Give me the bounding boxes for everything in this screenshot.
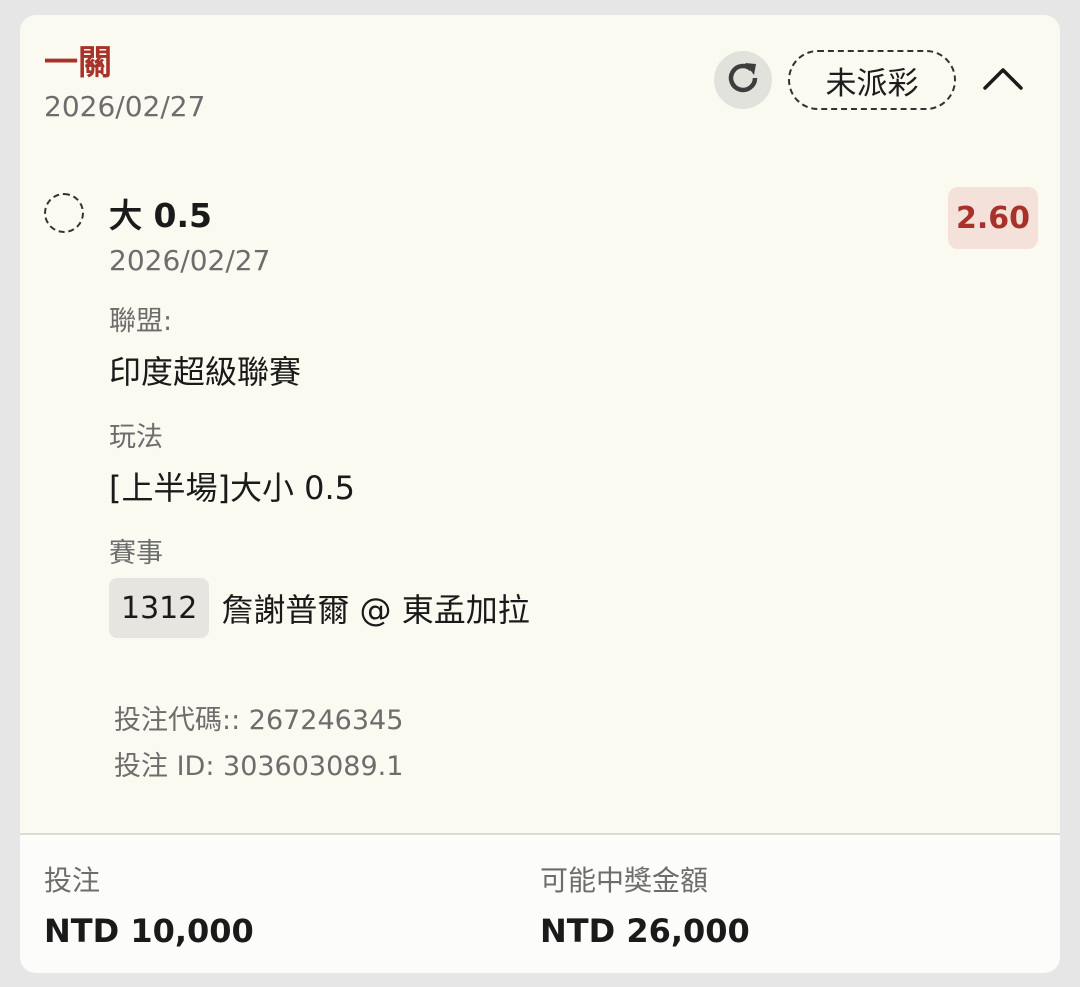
selection-date: 2026/02/27 xyxy=(109,244,271,277)
stake-label: 投注 xyxy=(44,864,101,897)
payout-label: 可能中獎金額 xyxy=(540,864,709,897)
bet-type-title: 一關 xyxy=(44,43,112,83)
event-row: 1312 詹謝普爾 @ 東孟加拉 xyxy=(109,578,530,638)
event-id-badge: 1312 xyxy=(109,578,210,638)
status-badge: 未派彩 xyxy=(788,50,956,110)
stake-value: NTD 10,000 xyxy=(44,912,254,950)
market-label: 玩法 xyxy=(109,422,163,453)
chevron-up-icon xyxy=(981,64,1025,96)
bet-id: 投注 ID: 303603089.1 xyxy=(114,751,404,782)
bet-card: 一關 2026/02/27 未派彩 大 0.5 2026/02/27 2.60 … xyxy=(20,15,1060,973)
event-name: 詹謝普爾 @ 東孟加拉 xyxy=(221,591,530,629)
refresh-button[interactable] xyxy=(714,51,772,109)
league-label: 聯盟: xyxy=(109,306,173,337)
bet-code: 投注代碼:: 267246345 xyxy=(114,705,404,736)
bet-summary-footer: 投注 NTD 10,000 可能中獎金額 NTD 26,000 xyxy=(20,835,1060,973)
league-value: 印度超級聯賽 xyxy=(109,353,302,391)
refresh-icon xyxy=(723,58,763,102)
selection-status-circle-icon xyxy=(44,193,84,233)
market-value: [上半場]大小 0.5 xyxy=(109,469,356,507)
odds-badge: 2.60 xyxy=(948,187,1038,249)
bet-date: 2026/02/27 xyxy=(44,90,206,123)
event-label: 賽事 xyxy=(109,538,163,569)
collapse-button[interactable] xyxy=(978,57,1028,103)
payout-value: NTD 26,000 xyxy=(540,912,750,950)
selection-name: 大 0.5 xyxy=(109,196,212,235)
